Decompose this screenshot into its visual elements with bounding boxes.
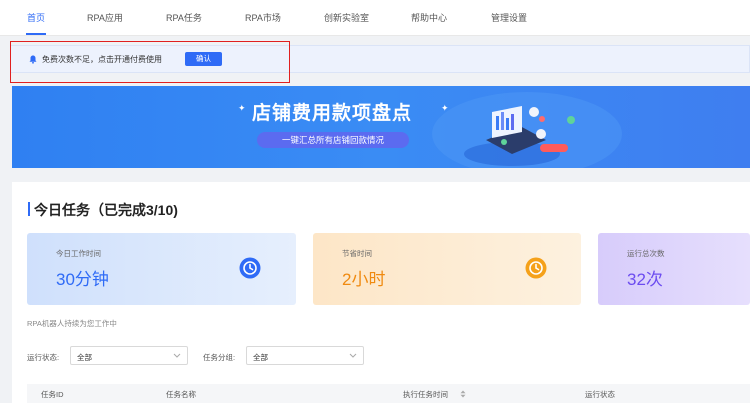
status-select[interactable]: 全部 bbox=[70, 346, 188, 365]
sparkle-icon: ✦ bbox=[238, 103, 246, 113]
robot-status-text: RPA机器人持续为您工作中 bbox=[27, 319, 117, 328]
stat-label: 运行总次数 bbox=[627, 249, 665, 258]
sort-icon[interactable] bbox=[460, 390, 466, 398]
nav-item-rpa-apps[interactable]: RPA应用 bbox=[87, 11, 123, 24]
stat-label: 今日工作时间 bbox=[56, 249, 101, 258]
chevron-down-icon bbox=[349, 353, 357, 358]
chevron-down-icon bbox=[173, 353, 181, 358]
stat-value: 30分钟 bbox=[56, 270, 109, 289]
clock-icon bbox=[239, 257, 261, 279]
stat-value: 2小时 bbox=[342, 270, 386, 289]
sparkle-icon: ✦ bbox=[441, 103, 449, 113]
nav-item-settings[interactable]: 管理设置 bbox=[491, 11, 527, 24]
clock-icon bbox=[525, 257, 547, 279]
status-select-value: 全部 bbox=[77, 353, 92, 362]
column-header-run-status: 运行状态 bbox=[585, 390, 615, 399]
nav-item-rpa-tasks[interactable]: RPA任务 bbox=[166, 11, 202, 24]
banner-subtitle: 一键汇总所有店铺回款情况 bbox=[257, 132, 409, 148]
section-title-bar bbox=[28, 202, 30, 216]
nav-item-help-center[interactable]: 帮助中心 bbox=[411, 11, 447, 24]
column-header-exec-time[interactable]: 执行任务时间 bbox=[403, 389, 448, 400]
stat-label: 节省时间 bbox=[342, 249, 372, 258]
column-header-task-id: 任务ID bbox=[41, 390, 64, 399]
group-select-value: 全部 bbox=[253, 353, 268, 362]
table-header bbox=[27, 384, 750, 403]
group-select[interactable]: 全部 bbox=[246, 346, 364, 365]
nav-item-home[interactable]: 首页 bbox=[27, 11, 45, 24]
banner-title: 店铺费用款项盘点 bbox=[252, 103, 413, 124]
column-header-task-name: 任务名称 bbox=[166, 390, 196, 399]
notice-text: 免费次数不足，点击开通付费使用 bbox=[42, 55, 162, 64]
group-filter-label: 任务分组: bbox=[203, 353, 236, 362]
bell-icon bbox=[29, 55, 37, 64]
stat-value: 32次 bbox=[627, 270, 663, 289]
stat-card-total-runs bbox=[598, 233, 750, 305]
nav-item-innovation-lab[interactable]: 创新实验室 bbox=[324, 11, 369, 24]
nav-item-rpa-market[interactable]: RPA市场 bbox=[245, 11, 281, 24]
section-title: 今日任务（已完成3/10) bbox=[34, 202, 178, 218]
nav-active-indicator bbox=[26, 33, 46, 35]
status-filter-label: 运行状态: bbox=[27, 353, 60, 362]
confirm-button[interactable]: 确认 bbox=[185, 52, 222, 66]
